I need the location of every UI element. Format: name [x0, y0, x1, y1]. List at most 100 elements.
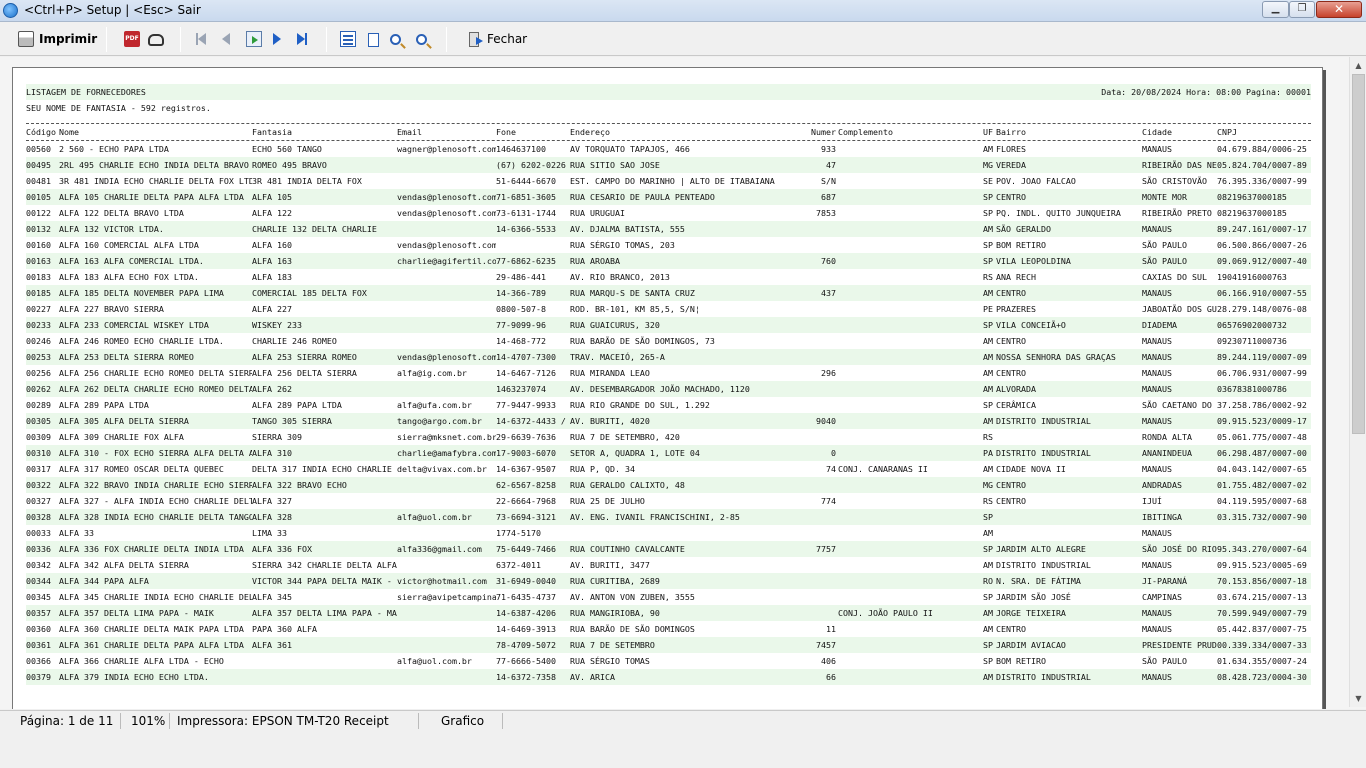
table-cell: 06576902000732 — [1217, 320, 1287, 330]
table-cell: vendas@plenosoft.com — [397, 208, 496, 218]
table-cell: ALFA 233 COMERCIAL WISKEY LTDA — [59, 320, 209, 330]
table-cell: 14-6467-7126 — [496, 368, 556, 378]
table-cell: ALFA 289 PAPA LTDA — [252, 400, 342, 410]
table-cell: 05.824.704/0007-89 — [1217, 160, 1307, 170]
table-row: 00262 ALFA 262 DELTA CHARLIE ECHO ROMEO D… — [26, 381, 1311, 397]
table-cell: ALFA 262 — [252, 384, 292, 394]
table-cell: 933 — [821, 144, 836, 154]
table-cell: RIBEIRÃO PRETO — [1142, 208, 1212, 218]
zoom-in-button[interactable] — [390, 28, 401, 50]
table-cell: 09230711000736 — [1217, 336, 1287, 346]
zoom-indicator: 101% — [127, 713, 170, 729]
table-cell: RUA RIO GRANDE DO SUL, 1.292 — [570, 400, 710, 410]
goto-page-button[interactable] — [246, 28, 262, 50]
close-label: Fechar — [487, 32, 528, 46]
page-width-icon — [340, 31, 356, 47]
table-cell: SÃO PAULO — [1142, 656, 1187, 666]
scroll-thumb[interactable] — [1352, 74, 1365, 434]
find-button[interactable] — [148, 28, 164, 50]
table-cell: SP — [983, 656, 993, 666]
table-cell: SP — [983, 544, 993, 554]
close-window-button[interactable]: ✕ — [1316, 1, 1362, 18]
table-cell: AM — [983, 608, 993, 618]
zoom-in-icon — [390, 33, 401, 45]
table-cell: 2 560 - ECHO PAPA LTDA — [59, 144, 169, 154]
scroll-down-arrow-icon[interactable]: ▼ — [1350, 690, 1366, 707]
table-cell: CENTRO — [996, 368, 1026, 378]
printer-indicator: Impressora: EPSON TM-T20 Receipt — [173, 713, 419, 729]
table-cell: CAXIAS DO SUL — [1142, 272, 1207, 282]
table-cell: 04.679.884/0006-25 — [1217, 144, 1307, 154]
table-cell: DISTRITO INDUSTRIAL — [996, 560, 1091, 570]
last-page-button[interactable] — [297, 28, 307, 50]
window-title: <Ctrl+P> Setup | <Esc> Sair — [24, 3, 201, 17]
table-cell: CONJ. CANARANAS II — [838, 464, 928, 474]
page-width-button[interactable] — [340, 28, 356, 50]
table-cell: 01.755.482/0007-02 — [1217, 480, 1307, 490]
table-cell: 3R 481 INDIA ECHO CHARLIE DELTA FOX LTDA — [59, 176, 252, 186]
table-cell: 06.298.487/0007-00 — [1217, 448, 1307, 458]
table-row: 00289 ALFA 289 PAPA LTDA ALFA 289 PAPA LTD… — [26, 397, 1311, 413]
maximize-button[interactable]: ❐ — [1289, 1, 1315, 18]
vertical-scrollbar[interactable]: ▲ ▼ — [1349, 57, 1366, 707]
print-button[interactable]: Imprimir — [18, 28, 97, 50]
table-cell: MONTE MOR — [1142, 192, 1187, 202]
table-row: 00183 ALFA 183 ALFA ECHO FOX LTDA. ALFA 18… — [26, 269, 1311, 285]
table-cell: ANA RECH — [996, 272, 1036, 282]
next-page-button[interactable] — [273, 28, 281, 50]
table-cell: 08.428.723/0004-30 — [1217, 672, 1307, 682]
binoculars-icon — [148, 34, 164, 46]
first-page-button[interactable] — [196, 28, 206, 50]
table-cell: 05.061.775/0007-48 — [1217, 432, 1307, 442]
table-cell: 29-486-441 — [496, 272, 546, 282]
table-cell: 00256 — [26, 368, 51, 378]
column-header: Código — [26, 127, 56, 137]
table-cell: ALFA 357 DELTA LIMA PAPA - MAI — [252, 608, 397, 618]
table-cell: (67) 6202-0226 — [496, 160, 566, 170]
scroll-up-arrow-icon[interactable]: ▲ — [1350, 57, 1366, 74]
whole-page-button[interactable] — [368, 28, 379, 50]
column-header: Complemento — [838, 127, 893, 137]
table-cell: 14-366-789 — [496, 288, 546, 298]
goto-page-icon — [246, 31, 262, 47]
table-cell: 00233 — [26, 320, 51, 330]
table-cell: MG — [983, 480, 993, 490]
table-cell: MANAUS — [1142, 352, 1172, 362]
zoom-out-button[interactable] — [416, 28, 427, 50]
print-preview-area[interactable]: LISTAGEM DE FORNECEDORES Data: 20/08/202… — [0, 57, 1366, 709]
table-cell: LIMA 33 — [252, 528, 287, 538]
next-page-icon — [273, 33, 281, 45]
table-cell: 06.166.910/0007-55 — [1217, 288, 1307, 298]
minimize-button[interactable]: ▁ — [1262, 1, 1289, 18]
table-row: 00105 ALFA 105 CHARLIE DELTA PAPA ALFA LT… — [26, 189, 1311, 205]
table-row: 00233 ALFA 233 COMERCIAL WISKEY LTDA WISKE… — [26, 317, 1311, 333]
table-cell: 0 — [831, 448, 836, 458]
table-cell: 00262 — [26, 384, 51, 394]
table-cell: charlie@amafybra.com — [397, 448, 496, 458]
table-cell: ALFA 328 — [252, 512, 292, 522]
table-cell: ALFA 185 DELTA NOVEMBER PAPA LIMA — [59, 288, 224, 298]
pdf-button[interactable]: PDF — [124, 28, 140, 50]
close-preview-button[interactable]: Fechar — [469, 28, 527, 50]
table-cell: ALFA 105 — [252, 192, 292, 202]
table-cell: 06.500.866/0007-26 — [1217, 240, 1307, 250]
previous-page-button[interactable] — [222, 28, 230, 50]
table-cell: ALFA 227 — [252, 304, 292, 314]
table-cell: ALFA 227 BRAVO SIERRA — [59, 304, 164, 314]
table-cell: ECHO 560 TANGO — [252, 144, 322, 154]
table-cell: ALVORADA — [996, 384, 1036, 394]
table-cell: 00227 — [26, 304, 51, 314]
table-cell: 95.343.270/0007-64 — [1217, 544, 1307, 554]
table-cell: ALFA 33 — [59, 528, 94, 538]
table-cell: 75-6449-7466 — [496, 544, 556, 554]
table-cell: CENTRO — [996, 288, 1026, 298]
table-cell: ALFA 328 INDIA ECHO CHARLIE DELTA TANGO — [59, 512, 252, 522]
table-cell: SÃO CRISTOVÃO — [1142, 176, 1207, 186]
table-cell: ALFA 246 ROMEO ECHO CHARLIE LTDA. — [59, 336, 224, 346]
table-cell: 89.247.161/0007-17 — [1217, 224, 1307, 234]
table-cell: 09.069.912/0007-40 — [1217, 256, 1307, 266]
table-row: 00305 ALFA 305 ALFA DELTA SIERRA TANGO 305… — [26, 413, 1311, 429]
table-cell: 3R 481 INDIA DELTA FOX — [252, 176, 362, 186]
table-cell: ANANINDEUA — [1142, 448, 1192, 458]
exit-icon — [469, 31, 483, 47]
